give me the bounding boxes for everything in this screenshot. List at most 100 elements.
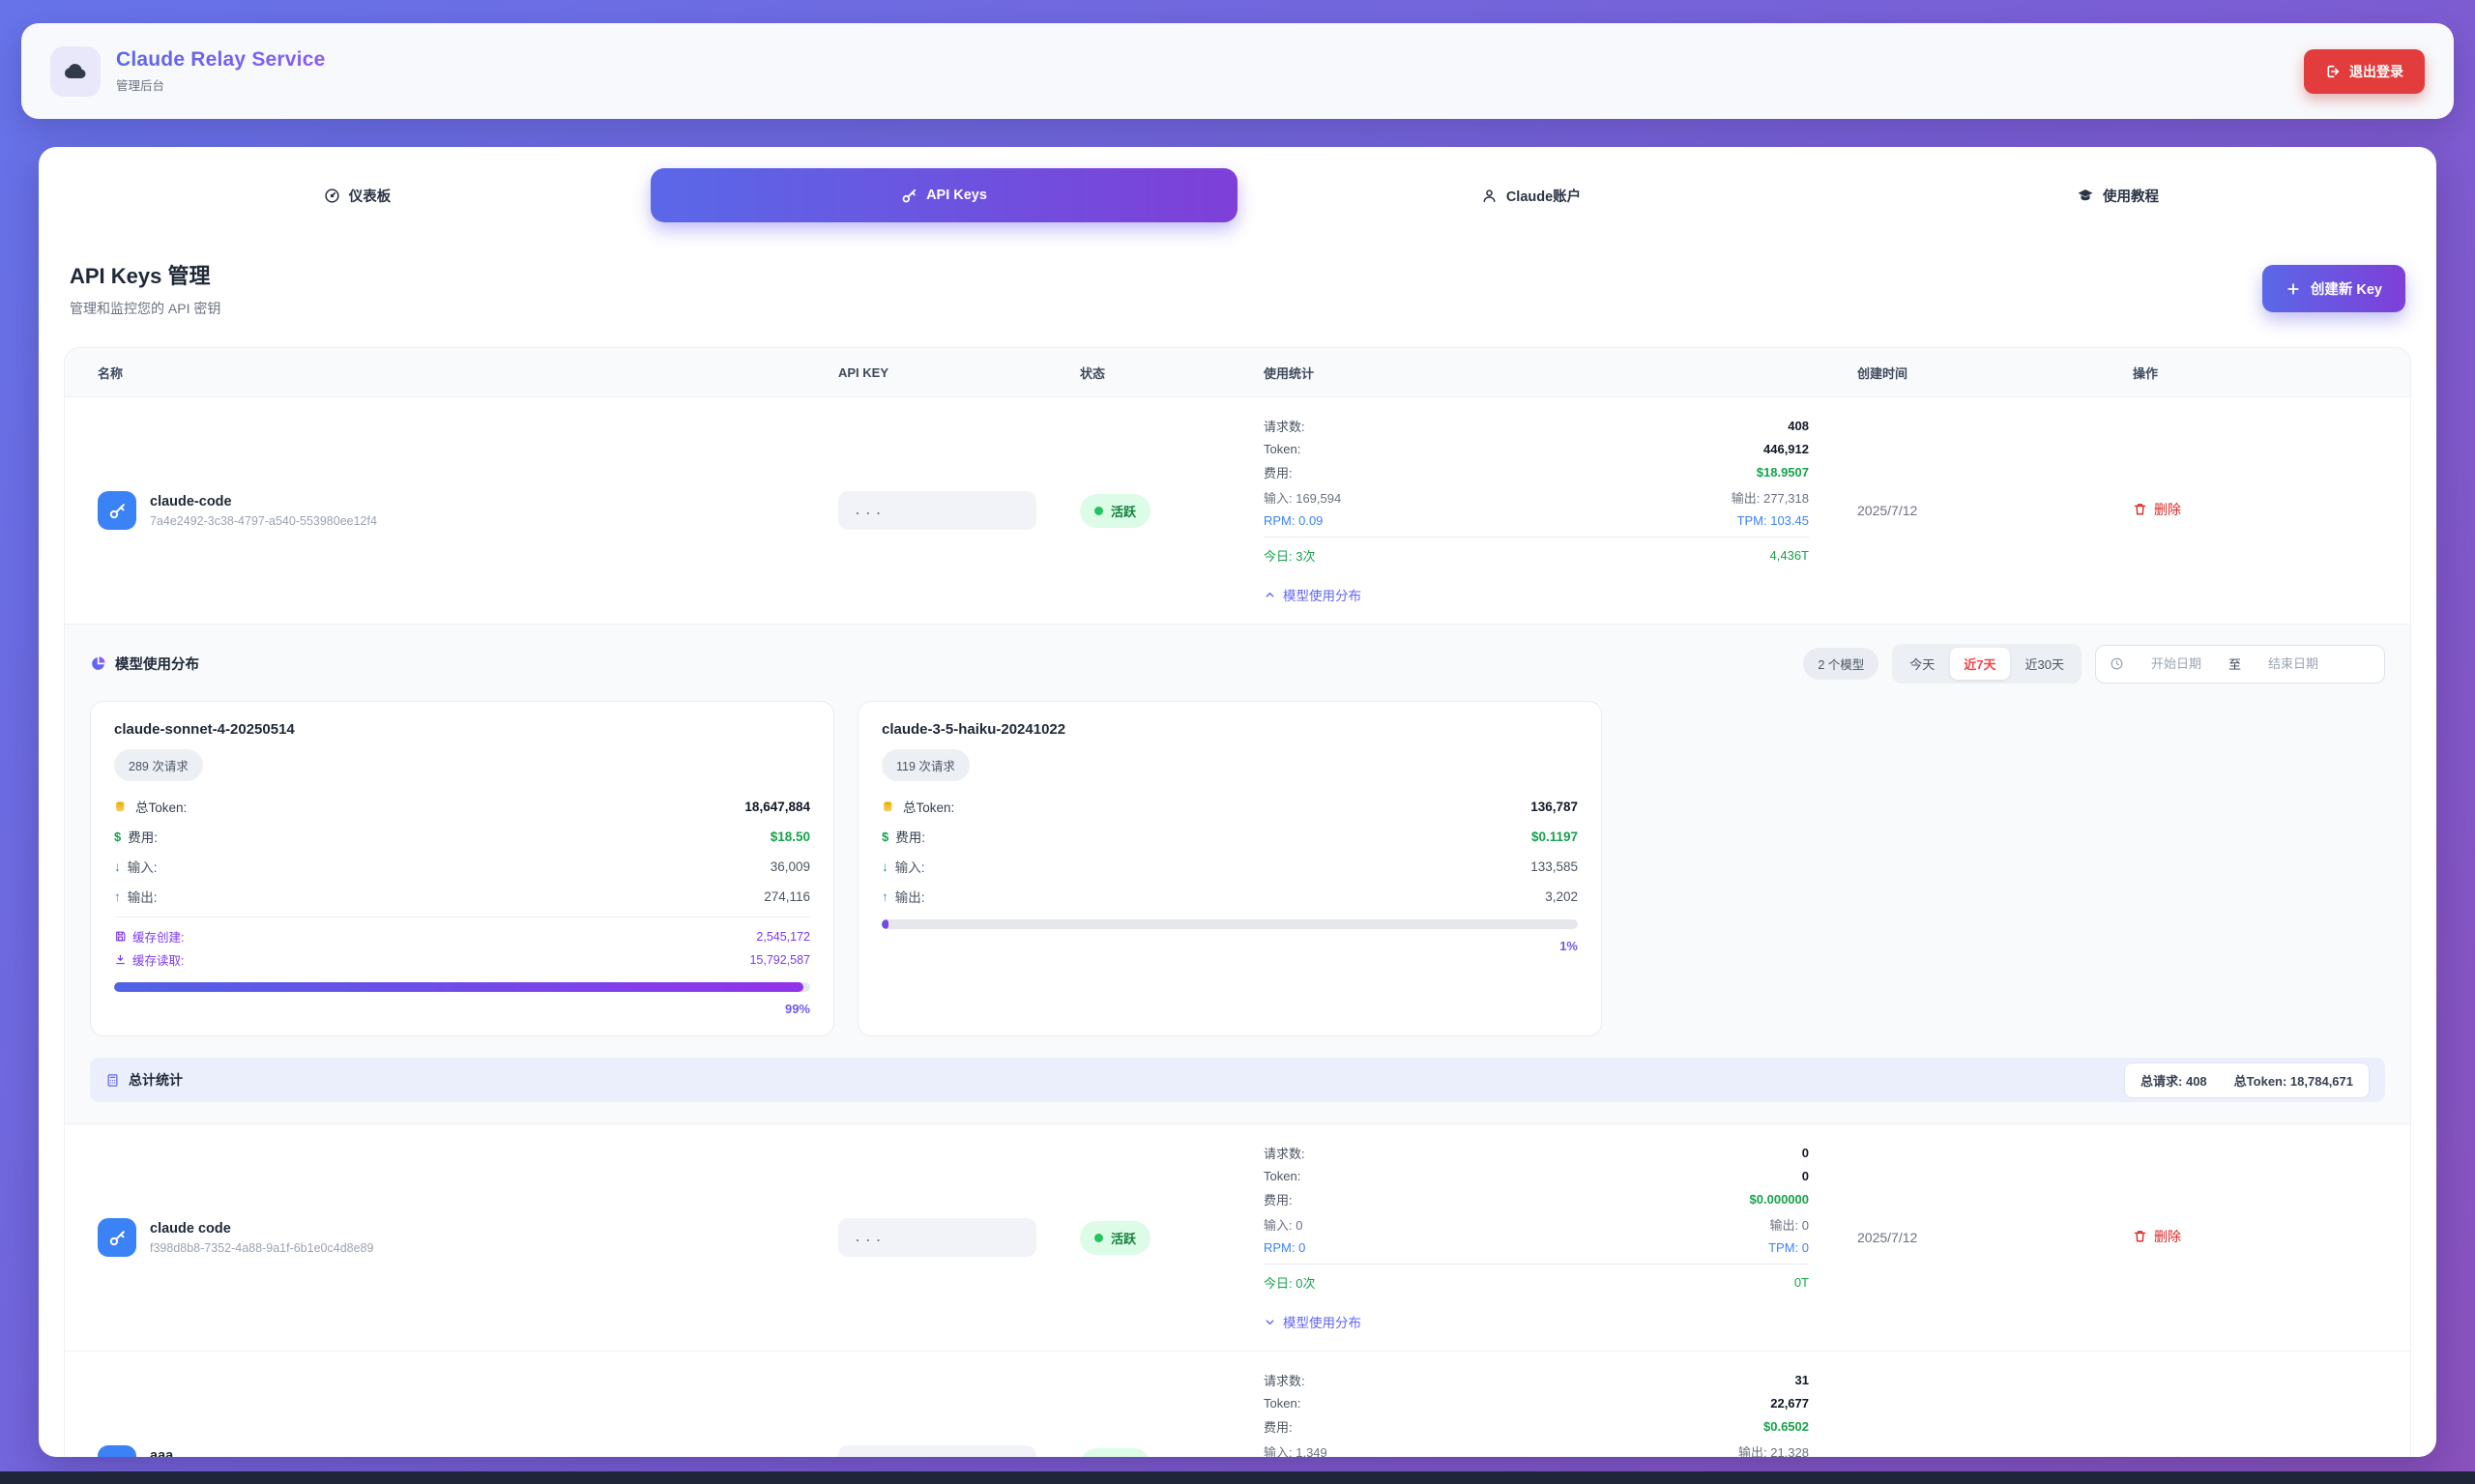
stat-label: Token: [1264,442,1300,456]
cloud-icon [62,58,89,85]
col-header-name: 名称 [65,364,838,382]
model-output-value: 3,202 [1545,889,1578,904]
model-usage-toggle-label: 模型使用分布 [1283,1312,1361,1331]
status-badge: 活跃 [1080,1448,1150,1458]
model-usage-toggle[interactable]: 模型使用分布 [1264,585,1361,604]
usage-stats: 请求数:31 Token:22,677 费用:$0.6502 输入: 1,349… [1264,1371,1824,1457]
chevron-up-icon [1264,589,1276,601]
key-name: claude code [150,1221,373,1237]
model-output-value: 274,116 [764,889,810,904]
key-icon [901,188,917,204]
model-total-value: 136,787 [1530,800,1578,814]
api-key-masked[interactable]: ... [838,1218,1036,1257]
tab-label: Claude账户 [1506,186,1581,206]
stat-rpm: RPM: 0.09 [1264,513,1323,528]
status-label: 活跃 [1111,1229,1136,1247]
tab-claude-account[interactable]: Claude账户 [1238,168,1824,222]
stat-today: 今日: 3次 [1264,546,1315,565]
delete-button[interactable]: 删除 [2133,1227,2181,1246]
tab-tutorial[interactable]: 使用教程 [1824,168,2411,222]
nav-tabs: 仪表板 API Keys Claude账户 使用教程 [64,168,2411,222]
arrow-down-icon: ↓ [114,859,121,874]
col-header-usage: 使用统计 [1264,364,1824,382]
status-label: 活跃 [1111,1456,1136,1458]
arrow-down-icon: ↓ [882,859,888,874]
stat-today-tokens: 4,436T [1770,548,1809,563]
model-requests-badge: 119 次请求 [882,749,970,781]
delete-button[interactable]: 删除 [2133,500,2181,519]
stat-label: Token: [1264,1169,1300,1183]
key-avatar [98,1445,136,1457]
app-header: Claude Relay Service 管理后台 退出登录 [21,23,2454,119]
status-badge: 活跃 [1080,494,1150,528]
stat-tpm: TPM: 0 [1768,1240,1809,1255]
filter-today[interactable]: 今天 [1896,648,1948,680]
stat-input: 输入: 0 [1264,1215,1302,1234]
delete-label: 删除 [2154,500,2181,519]
model-usage-toggle[interactable]: 模型使用分布 [1264,1312,1361,1331]
col-header-actions: 操作 [2100,364,2410,382]
cache-read-label: 缓存读取: [132,950,184,969]
start-date-input[interactable] [2132,656,2221,671]
date-range-picker[interactable]: 至 [2095,645,2385,684]
tab-api-keys[interactable]: API Keys [651,168,1238,222]
col-header-status: 状态 [1080,364,1264,382]
usage-progress-track [882,919,1578,929]
key-id: f398d8b8-7352-4a88-9a1f-6b1e0c4d8e89 [150,1241,373,1255]
usage-percent: 1% [882,939,1578,953]
trash-icon [2133,1456,2147,1457]
created-date: 2025/7/12 [1824,1230,2100,1245]
delete-label: 删除 [2154,1227,2181,1246]
date-separator: 至 [2228,655,2241,673]
logout-icon [2325,64,2341,79]
clock-icon [2110,656,2124,671]
model-output-label: 输出: [128,887,158,906]
key-icon [108,1229,127,1247]
usage-stats: 请求数:408 Token:446,912 费用:$18.9507 输入: 16… [1264,417,1824,604]
model-cost-value: $18.50 [771,829,810,844]
usage-percent: 99% [114,1002,810,1016]
tab-dashboard[interactable]: 仪表板 [64,168,651,222]
stat-label: 请求数: [1264,417,1305,435]
cache-create-label: 缓存创建: [132,927,184,946]
key-avatar [98,491,136,530]
api-key-masked[interactable]: ... [838,1445,1036,1457]
cache-create-value: 2,545,172 [756,930,810,944]
key-avatar [98,1218,136,1257]
model-name: claude-sonnet-4-20250514 [114,721,810,738]
coins-icon [114,800,129,814]
usage-progress-fill [882,919,888,929]
model-cost-label: 费用: [895,827,925,846]
stat-output: 输出: 0 [1770,1215,1809,1234]
app-title: Claude Relay Service [116,48,325,72]
total-tokens: 总Token: 18,784,671 [2234,1071,2353,1090]
usage-stats: 请求数:0 Token:0 费用:$0.000000 输入: 0输出: 0 RP… [1264,1144,1824,1331]
key-icon [108,502,127,520]
end-date-input[interactable] [2249,656,2338,671]
dollar-icon: $ [114,829,121,844]
stat-today: 今日: 0次 [1264,1273,1315,1292]
model-card: claude-sonnet-4-20250514 289 次请求 总Token:… [90,701,834,1036]
page-subtitle: 管理和监控您的 API 密钥 [70,299,220,318]
app-logo [50,46,101,97]
create-key-button[interactable]: 创建新 Key [2262,265,2405,312]
models-count-badge: 2 个模型 [1803,648,1878,680]
plus-icon [2286,281,2301,297]
logout-button[interactable]: 退出登录 [2304,49,2425,94]
calculator-icon [105,1073,120,1088]
stat-label: Token: [1264,1396,1300,1411]
key-name: aaa [150,1448,369,1458]
key-icon [108,1456,127,1458]
total-requests: 总请求: 408 [2140,1071,2207,1090]
delete-button[interactable]: 删除 [2133,1454,2181,1457]
main-panel: 仪表板 API Keys Claude账户 使用教程 API Keys 管理 管… [39,147,2436,1457]
model-input-label: 输入: [895,857,925,876]
tab-label: 使用教程 [2103,186,2159,206]
status-dot-icon [1094,1234,1103,1242]
stat-tpm: TPM: 103.45 [1737,513,1809,528]
filter-30days[interactable]: 近30天 [2012,648,2078,680]
filter-7days[interactable]: 近7天 [1950,648,2009,680]
stat-today-tokens: 0T [1794,1275,1809,1290]
api-key-masked[interactable]: ... [838,491,1036,530]
model-output-label: 输出: [895,887,925,906]
